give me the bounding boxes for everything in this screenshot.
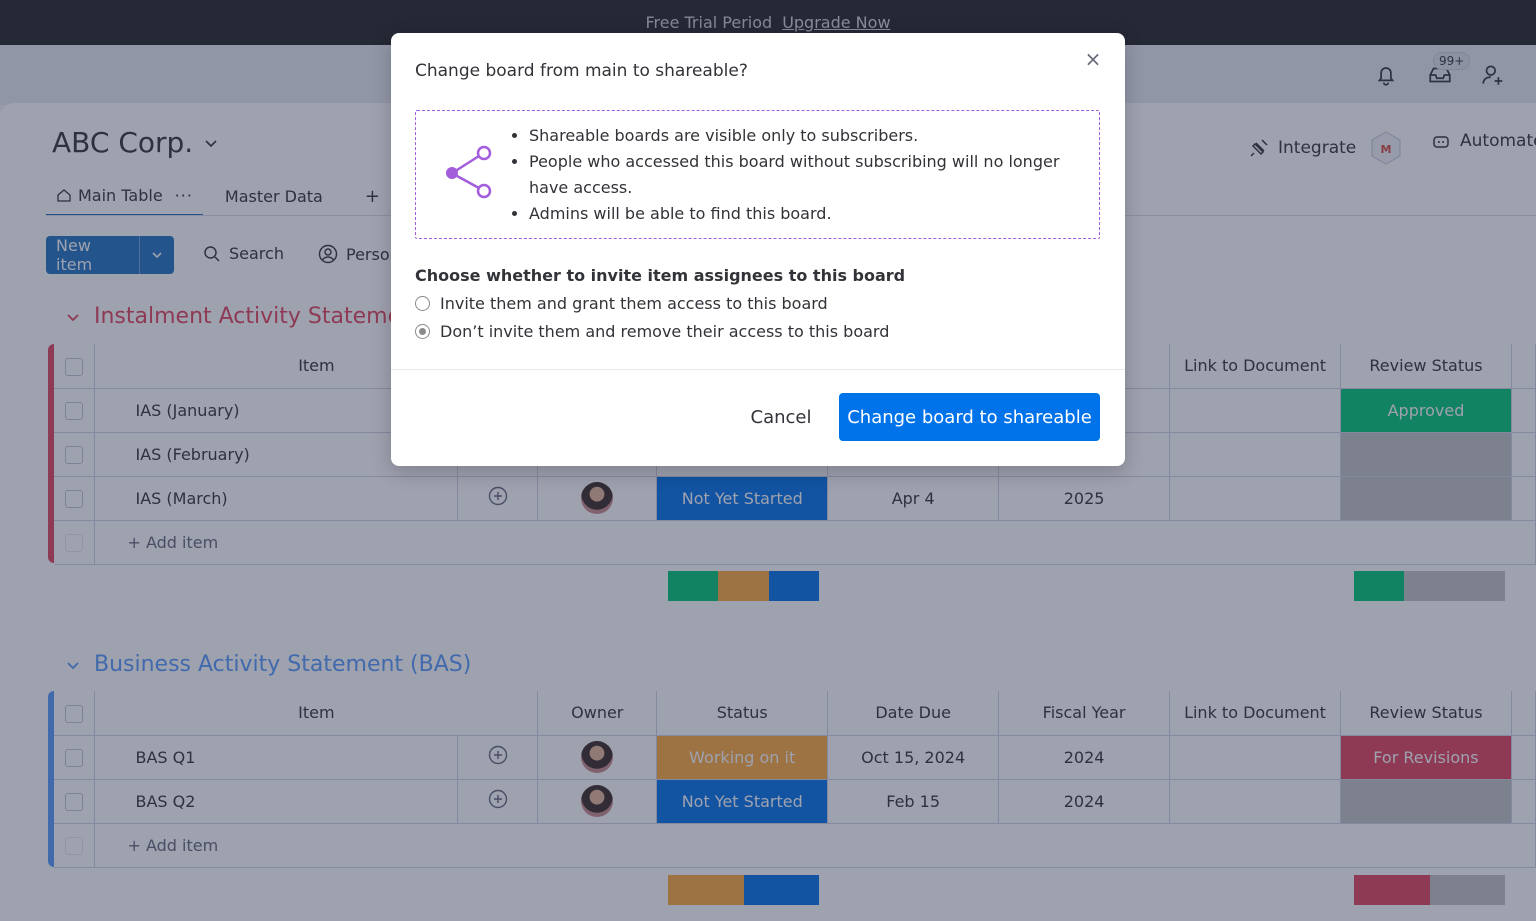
invite-question: Choose whether to invite item assignees …	[415, 266, 906, 285]
info-box: Shareable boards are visible only to sub…	[415, 110, 1100, 239]
change-board-dialog: Change board from main to shareable? × S…	[391, 33, 1125, 466]
change-to-shareable-button[interactable]: Change board to shareable	[839, 393, 1100, 441]
info-list: Shareable boards are visible only to sub…	[529, 123, 1089, 227]
radio-dont-invite-option[interactable]: Don’t invite them and remove their acces…	[415, 322, 889, 341]
share-icon	[446, 145, 492, 199]
radio-button-selected[interactable]	[415, 324, 430, 339]
radio-label[interactable]: Don’t invite them and remove their acces…	[440, 322, 889, 341]
info-bullet: Shareable boards are visible only to sub…	[529, 123, 1089, 149]
radio-button[interactable]	[415, 296, 430, 311]
close-icon[interactable]: ×	[1081, 47, 1105, 71]
radio-label[interactable]: Invite them and grant them access to thi…	[440, 294, 828, 313]
cancel-button[interactable]: Cancel	[741, 393, 821, 441]
info-bullet: People who accessed this board without s…	[529, 149, 1089, 201]
dialog-title: Change board from main to shareable?	[415, 61, 748, 81]
info-bullet: Admins will be able to find this board.	[529, 201, 1089, 227]
dialog-divider	[391, 369, 1125, 370]
radio-invite-option[interactable]: Invite them and grant them access to thi…	[415, 294, 828, 313]
